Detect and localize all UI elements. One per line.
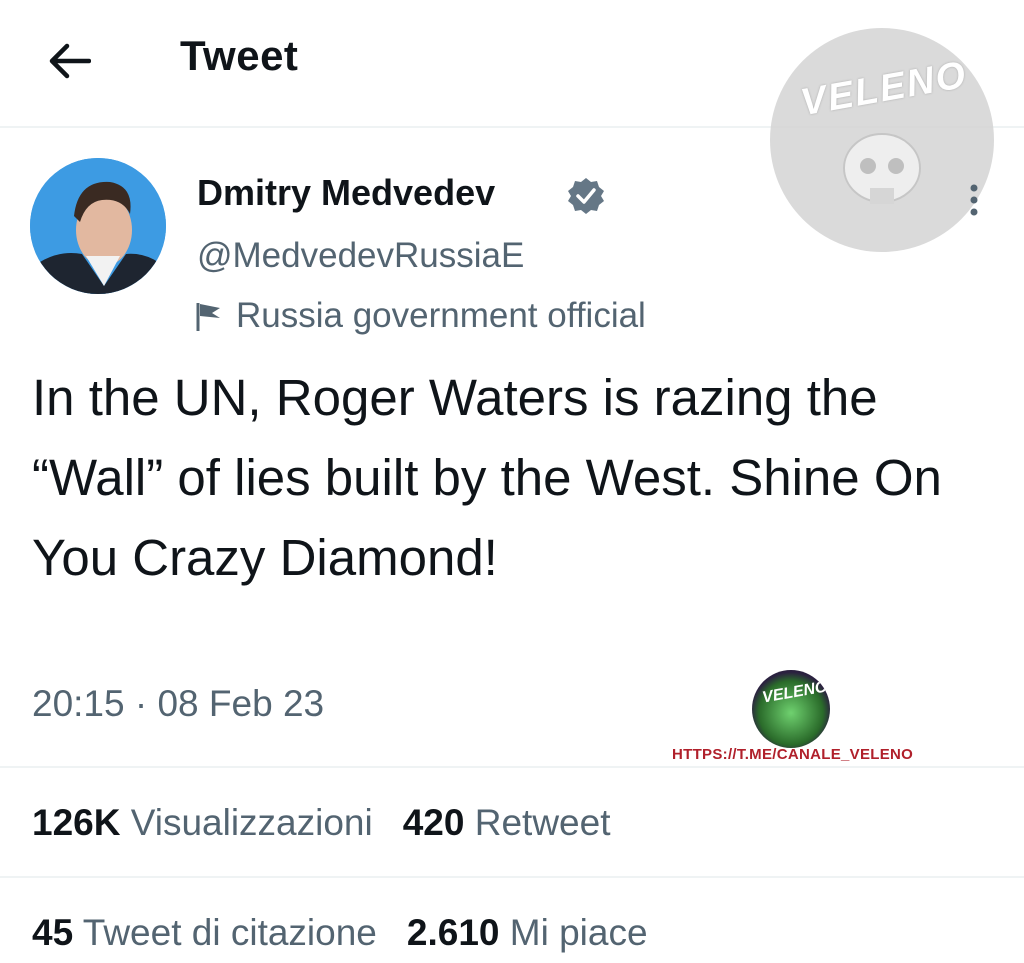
avatar[interactable]: [30, 158, 166, 294]
skull-icon: [843, 133, 921, 204]
veleno-watermark-logo: VELENO: [770, 28, 994, 252]
back-button[interactable]: [44, 40, 94, 82]
affiliation-text: Russia government official: [236, 296, 646, 335]
tweet-text: In the UN, Roger Waters is razing the “W…: [32, 369, 942, 586]
stats-divider-middle: [0, 876, 1024, 878]
more-options-icon[interactable]: [962, 180, 986, 220]
views-stat[interactable]: 126K Visualizzazioni: [32, 802, 373, 844]
stats-divider-top: [0, 766, 1024, 768]
government-flag-icon: [196, 303, 220, 331]
retweets-label: Retweet: [474, 802, 611, 843]
page-title: Tweet: [180, 32, 299, 79]
quotes-label: Tweet di citazione: [82, 912, 377, 953]
quotes-stat[interactable]: 45 Tweet di citazione: [32, 912, 377, 954]
channel-logo-text: VELENO: [760, 678, 829, 707]
stats-row-1: 126K Visualizzazioni 420 Retweet: [32, 802, 610, 844]
likes-label: Mi piace: [509, 912, 648, 953]
tweet-timestamp[interactable]: 20:15 · 08 Feb 23: [32, 683, 324, 725]
likes-count: 2.610: [406, 912, 500, 953]
back-arrow-icon: [49, 43, 91, 79]
affiliation-label: Russia government official: [192, 296, 646, 336]
views-count: 126K: [32, 802, 121, 843]
author-name[interactable]: Dmitry Medvedev: [197, 172, 495, 214]
veleno-channel-logo: VELENO: [752, 670, 830, 748]
stats-row-2: 45 Tweet di citazione 2.610 Mi piace: [32, 912, 648, 954]
quotes-count: 45: [32, 912, 74, 953]
profile-photo: [30, 158, 166, 294]
author-handle[interactable]: @MedvedevRussiaE: [197, 236, 524, 276]
likes-stat[interactable]: 2.610 Mi piace: [407, 912, 648, 954]
retweets-stat[interactable]: 420 Retweet: [403, 802, 611, 844]
views-label: Visualizzazioni: [130, 802, 373, 843]
verified-badge-icon: [568, 178, 604, 214]
channel-link[interactable]: HTTPS://T.ME/CANALE_VELENO: [672, 746, 913, 763]
retweets-count: 420: [402, 802, 465, 843]
